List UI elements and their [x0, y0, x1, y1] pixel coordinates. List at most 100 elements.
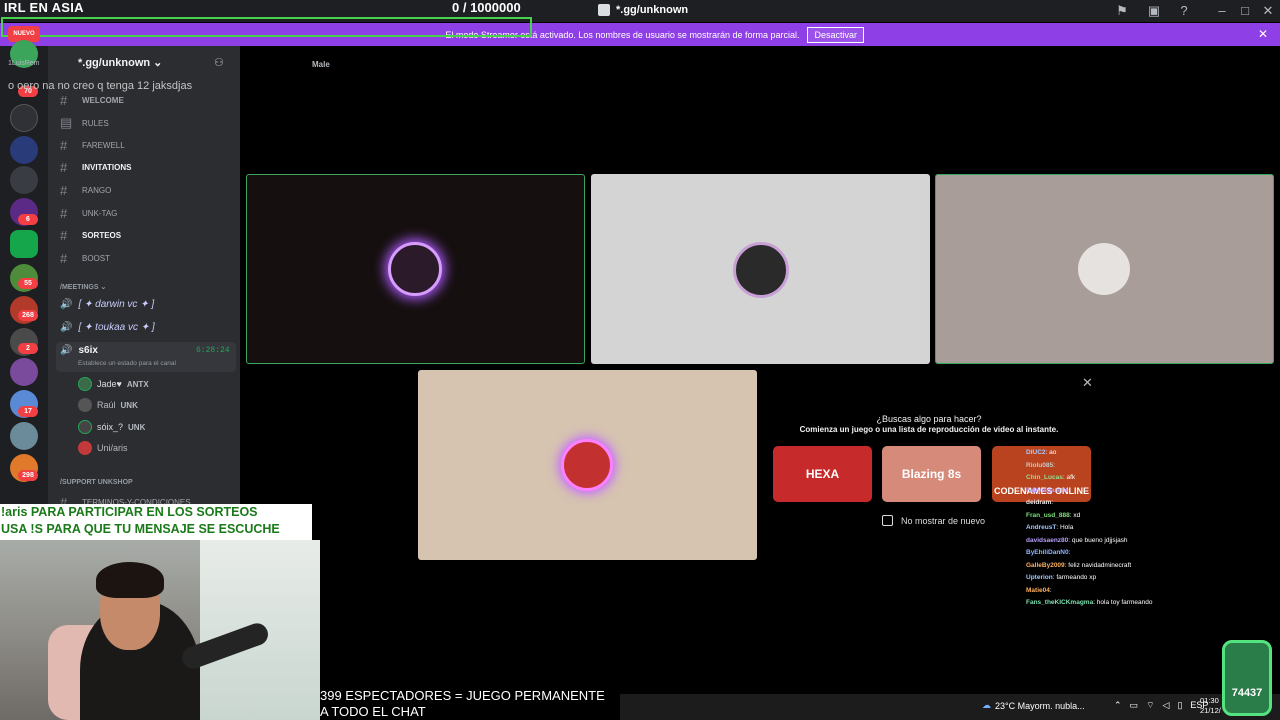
cloud-icon: ☁ [982, 700, 991, 710]
chat-message: Fans_theKICKmagma: hola toy farmeando [1026, 599, 1153, 606]
battery-icon[interactable]: ▯ [1177, 700, 1182, 711]
voice-member[interactable]: Uni/aris [78, 441, 128, 455]
close-icon[interactable]: ✕ [1082, 375, 1093, 391]
weather-widget[interactable]: ☁ 23°C Mayorm. nubla... [982, 700, 1085, 711]
avatar [78, 377, 92, 391]
server-icon[interactable] [10, 358, 38, 386]
server-icon[interactable] [10, 166, 38, 194]
monitor-icon[interactable]: ▣ [1146, 3, 1162, 19]
game-card-hexa[interactable]: HEXA [773, 446, 872, 502]
hash-icon: # [60, 183, 68, 198]
window-title: *.gg/unknown [598, 4, 688, 16]
chat-message: davidsaenz80: que bueno jdjjsjash [1026, 536, 1128, 544]
speaker-icon: 🔊 [60, 299, 73, 310]
avatar [78, 398, 92, 412]
chat-message: deidram: [1026, 499, 1054, 506]
hash-icon: # [60, 138, 68, 153]
category-support[interactable]: /SUPPORT UNKSHOP [60, 479, 133, 486]
dont-show-checkbox[interactable]: No mostrar de nuevo [882, 515, 985, 526]
close-icon[interactable]: ✕ [1260, 3, 1276, 19]
wifi-icon[interactable]: ⌔ [1146, 700, 1154, 711]
channel-boost[interactable]: # BOOST [60, 251, 110, 266]
chat-message: Fairycigarette: [1026, 486, 1071, 494]
channel-invitations[interactable]: # INVITATIONS [60, 160, 131, 175]
hash-icon: # [60, 93, 68, 108]
hash-icon: # [60, 228, 68, 243]
unread-badge: 268 [18, 310, 38, 321]
avatar [78, 420, 92, 434]
video-tile[interactable] [935, 174, 1274, 364]
hash-icon: # [60, 206, 68, 221]
speaker-icon: 🔊 [60, 345, 73, 356]
unread-badge: 298 [18, 470, 38, 481]
voice-channel-toukaa[interactable]: 🔊[ ✦ toukaa vc ✦ ] [60, 322, 155, 333]
hash-icon: # [60, 251, 68, 266]
chat-message: Matie04: [1026, 586, 1052, 594]
volume-icon[interactable]: ◁ [1163, 700, 1170, 711]
server-icon[interactable] [10, 104, 38, 132]
system-tray: ⌃ ▭ ⌔ ◁ ▯ ESP [1114, 700, 1208, 711]
discord-app-icon [598, 4, 610, 16]
kick-follower-badge: 74437 [1222, 640, 1272, 716]
chat-message: DIUC2: ao [1026, 449, 1057, 456]
category-meetings[interactable]: /MEETINGS ⌄ [60, 283, 106, 291]
channel-welcome[interactable]: # WELCOME [60, 93, 124, 108]
chat-message: Riolu085: [1026, 461, 1055, 469]
video-tile[interactable] [418, 370, 757, 560]
add-member-icon[interactable]: ⚇ [214, 56, 224, 69]
game-card-blazing[interactable]: Blazing 8s [882, 446, 981, 502]
voice-member[interactable]: Jade♥ ANTX [78, 377, 149, 391]
speaker-icon: 🔊 [60, 322, 73, 333]
inbox-icon[interactable]: ⚑ [1114, 3, 1130, 19]
chat-message: GalleBy2009: feliz navidadminecraft [1026, 561, 1132, 569]
channel-status-prompt[interactable]: Establece un estado para el canal [78, 360, 176, 367]
avatar [78, 441, 92, 455]
video-tile[interactable] [246, 174, 585, 364]
chevron-up-icon[interactable]: ⌃ [1114, 700, 1122, 711]
network-icon[interactable]: ▭ [1130, 700, 1139, 711]
webcam-feed [0, 540, 320, 720]
progress-frame-overlay [1, 17, 532, 37]
rules-icon: ▤ [60, 115, 73, 130]
deactivate-button[interactable]: Desactivar [807, 26, 864, 43]
activity-question: ¿Buscas algo para hacer? [876, 414, 982, 424]
chevron-down-icon: ⌄ [153, 57, 163, 69]
avatar [1078, 243, 1130, 295]
voice-channel-darwin[interactable]: 🔊[ ✦ darwin vc ✦ ] [60, 299, 154, 310]
hash-icon: # [60, 160, 68, 175]
voice-member[interactable]: sóix_? UNK [78, 420, 145, 434]
avatar [733, 242, 789, 298]
stream-tasks-overlay: !aris PARA PARTICIPAR EN LOS SORTEOS USA… [0, 504, 312, 540]
video-tile[interactable] [591, 174, 930, 364]
channel-farewell[interactable]: # FAREWELL [60, 138, 125, 153]
avatar [561, 439, 613, 491]
server-icon[interactable] [10, 422, 38, 450]
chat-message: ByEhiliDanN0: [1026, 549, 1071, 556]
banner-close-icon[interactable]: ✕ [1258, 27, 1268, 41]
ghost-chat-message: o oero na no creo q tenga 12 jaksdjas [8, 80, 193, 92]
channel-rango[interactable]: # RANGO [60, 183, 111, 198]
chat-message: Upterion: farmeando xp [1026, 574, 1097, 581]
user-chip: 1LuisRem [8, 60, 40, 67]
stream-chat-overlay: DIUC2: ao Riolu085: Chin_Lucas: afk Fair… [1026, 447, 1206, 610]
voice-timer: 6:28:24 [196, 346, 230, 355]
chat-message: Fran_usd_888: xd [1026, 511, 1081, 519]
unread-badge: 55 [18, 278, 38, 289]
voice-member[interactable]: Raúl UNK [78, 398, 138, 412]
server-icon[interactable] [10, 136, 38, 164]
channel-sorteos[interactable]: # SORTEOS [60, 228, 121, 243]
channel-rules[interactable]: ▤ RULES [60, 115, 109, 131]
server-name-header[interactable]: *.gg/unknown ⌄ [78, 56, 162, 69]
maximize-icon[interactable]: □ [1237, 3, 1253, 19]
activity-subtitle: Comienza un juego o una lista de reprodu… [799, 425, 1059, 434]
help-icon[interactable]: ? [1176, 3, 1192, 19]
kick-server-icon[interactable] [10, 230, 38, 258]
unread-badge: 17 [18, 406, 38, 417]
checkbox-icon [882, 515, 893, 526]
clock[interactable]: 01:30 21/12/ [1200, 696, 1221, 716]
channel-unk-tag[interactable]: # UNK-TAG [60, 206, 117, 221]
unread-badge: 6 [18, 214, 38, 225]
voice-channel-s6ix: 🔊 s6ix [60, 345, 98, 356]
minimize-icon[interactable]: – [1214, 3, 1230, 19]
streamer-hair [96, 562, 164, 598]
